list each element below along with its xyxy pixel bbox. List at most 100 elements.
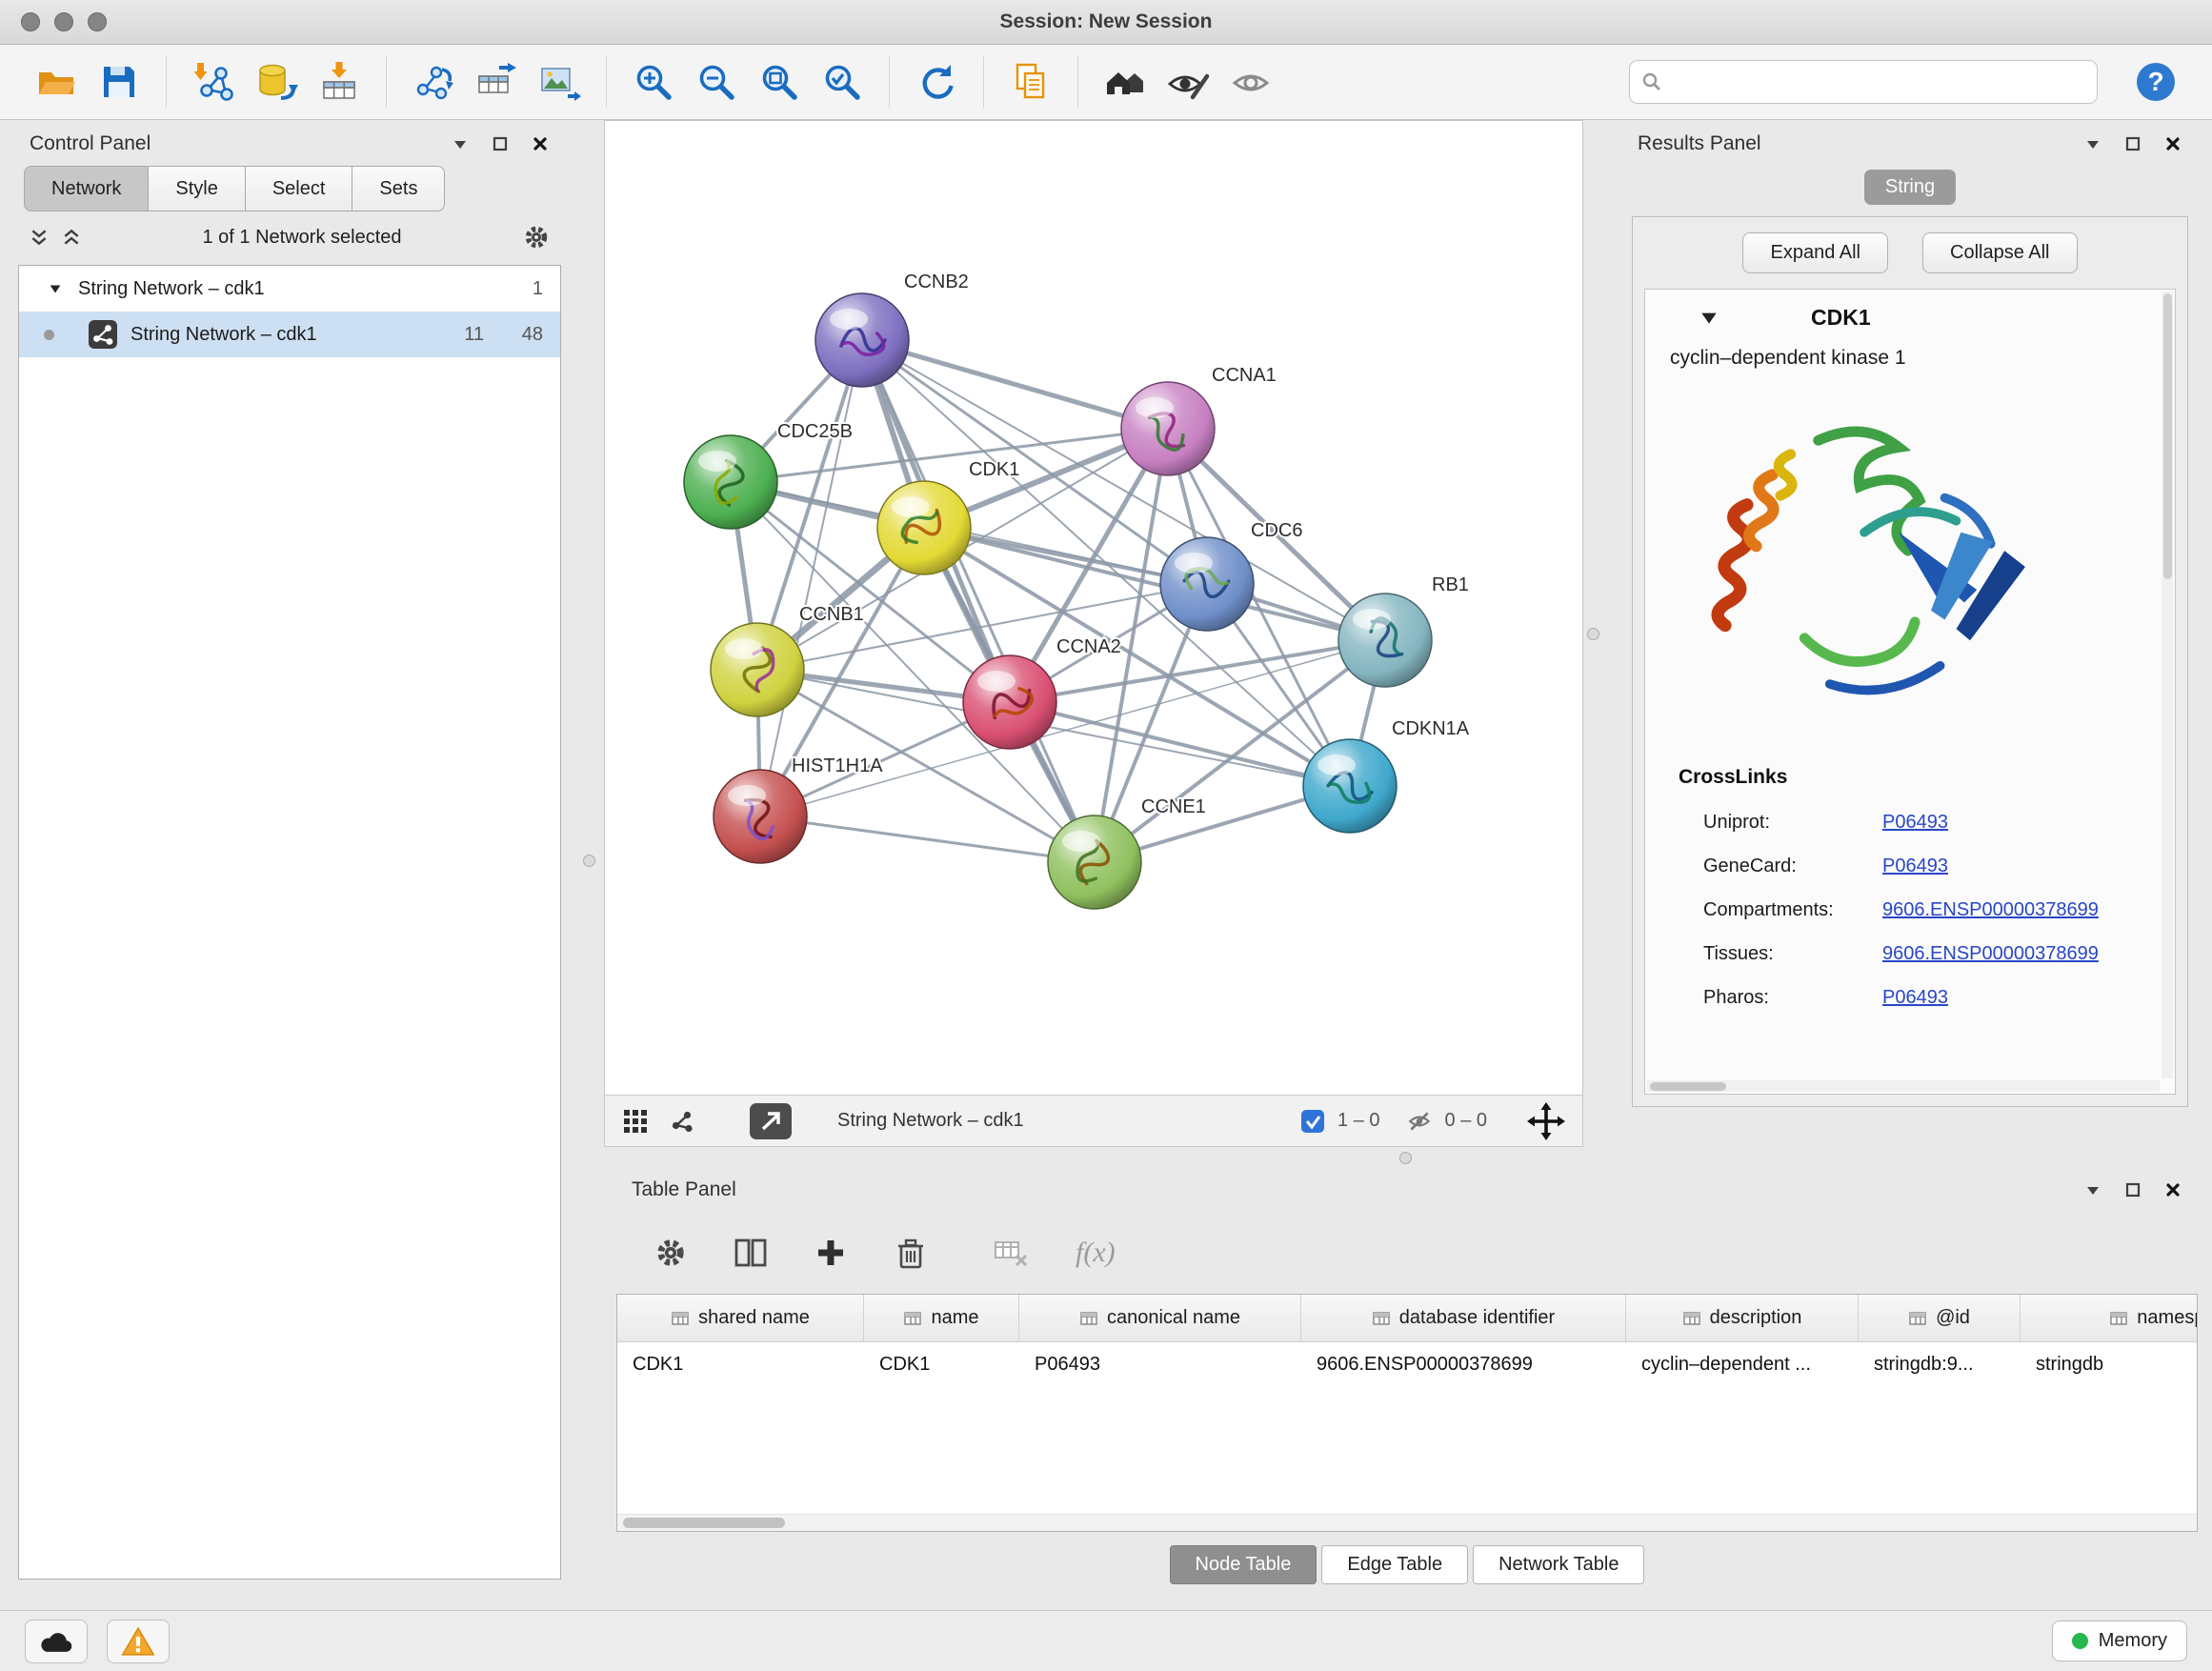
memory-button[interactable]: Memory: [2052, 1621, 2187, 1661]
splitter-grip-left[interactable]: [583, 855, 595, 867]
column-header-namespace[interactable]: namespace: [2021, 1295, 2198, 1341]
splitter-grip-bottom[interactable]: [1399, 1152, 1412, 1164]
expand-all-icon[interactable]: [62, 228, 81, 247]
cloud-status-button[interactable]: [25, 1620, 88, 1663]
function-builder-button[interactable]: f(x): [1076, 1237, 1116, 1269]
network-collection-row[interactable]: String Network – cdk1 1: [19, 266, 560, 312]
open-session-button[interactable]: [29, 51, 84, 112]
tab-network-table[interactable]: Network Table: [1473, 1545, 1644, 1584]
column-header-database-identifier[interactable]: database identifier: [1301, 1295, 1626, 1341]
toggle-graphics-details-button[interactable]: [1160, 51, 1216, 112]
show-graphics-button[interactable]: [1223, 51, 1278, 112]
add-column-plus-icon[interactable]: [814, 1237, 847, 1269]
close-panel-icon[interactable]: [2163, 1180, 2182, 1199]
crosslink-link[interactable]: P06493: [1882, 987, 1948, 1009]
tab-select[interactable]: Select: [245, 166, 352, 211]
show-columns-icon[interactable]: [733, 1235, 769, 1271]
expand-all-button[interactable]: Expand All: [1742, 232, 1888, 273]
tab-edge-table[interactable]: Edge Table: [1321, 1545, 1468, 1584]
export-network-button[interactable]: [406, 51, 461, 112]
export-image-button[interactable]: [532, 51, 587, 112]
network-node-HIST1H1A[interactable]: [714, 770, 807, 863]
crosslink-link[interactable]: 9606.ENSP00000378699: [1882, 943, 2099, 965]
crosslinks-title: CrossLinks: [1679, 766, 2175, 789]
network-node-CDC6[interactable]: [1160, 537, 1254, 631]
network-row-selected[interactable]: String Network – cdk1 11 48: [19, 312, 560, 357]
zoom-selected-button[interactable]: [814, 51, 870, 112]
network-node-CCNB1[interactable]: [711, 623, 804, 716]
column-header-id[interactable]: @id: [1859, 1295, 2021, 1341]
network-node-CCNA2[interactable]: [963, 655, 1056, 749]
network-node-CDC25B[interactable]: [684, 435, 777, 529]
crosslink-label: Uniprot:: [1703, 812, 1882, 834]
crosslink-link[interactable]: P06493: [1882, 856, 1948, 877]
tab-sets[interactable]: Sets: [352, 166, 445, 211]
close-window-button[interactable]: [21, 12, 40, 31]
refresh-view-button[interactable]: [909, 51, 964, 112]
hidden-eye-slash-icon[interactable]: [1407, 1109, 1432, 1134]
float-panel-icon[interactable]: [491, 134, 510, 153]
tab-network[interactable]: Network: [24, 166, 148, 211]
open-in-new-window-button[interactable]: [750, 1103, 792, 1139]
delete-table-icon[interactable]: [992, 1235, 1030, 1271]
results-horizontal-scrollbar[interactable]: [1647, 1080, 2160, 1092]
copy-document-button[interactable]: [1003, 51, 1058, 112]
results-tab-string[interactable]: String: [1864, 170, 1956, 205]
panel-menu-icon[interactable]: [2083, 1180, 2102, 1199]
column-header-shared-name[interactable]: shared name: [617, 1295, 864, 1341]
close-panel-icon[interactable]: [2163, 134, 2182, 153]
collapse-all-icon[interactable]: [30, 228, 49, 247]
import-table-button[interactable]: [312, 51, 367, 112]
network-node-CCNB2[interactable]: [815, 293, 909, 387]
panel-menu-icon[interactable]: [451, 134, 470, 153]
network-node-CCNA1[interactable]: [1121, 382, 1215, 475]
network-node-CCNE1[interactable]: [1048, 815, 1141, 909]
section-collapse-triangle-icon[interactable]: [1699, 307, 1719, 328]
float-panel-icon[interactable]: [2123, 134, 2142, 153]
table-row[interactable]: CDK1 CDK1 P06493 9606.ENSP00000378699 cy…: [617, 1342, 2198, 1386]
disclosure-triangle-icon[interactable]: [48, 281, 63, 296]
search-input[interactable]: [1671, 71, 2085, 93]
network-node-RB1[interactable]: [1338, 594, 1432, 687]
splitter-grip-right[interactable]: [1587, 628, 1599, 640]
tab-node-table[interactable]: Node Table: [1170, 1545, 1317, 1584]
export-table-button[interactable]: [469, 51, 524, 112]
delete-column-trash-icon[interactable]: [893, 1235, 929, 1271]
tab-style[interactable]: Style: [148, 166, 244, 211]
panel-menu-icon[interactable]: [2083, 134, 2102, 153]
table-horizontal-scrollbar[interactable]: [617, 1514, 2197, 1531]
fit-selected-crosshair-icon[interactable]: [1527, 1102, 1565, 1140]
import-network-button[interactable]: [186, 51, 241, 112]
warnings-button[interactable]: [107, 1620, 170, 1663]
birds-eye-view-icon[interactable]: [622, 1108, 649, 1135]
selected-checkbox-icon[interactable]: [1301, 1110, 1324, 1133]
zoom-fit-button[interactable]: [752, 51, 807, 112]
network-share-icon[interactable]: [668, 1107, 696, 1136]
network-canvas-svg[interactable]: CCNB2CCNA1CDC25BCDK1CDC6RB1CCNB1CCNA2CDK…: [605, 121, 1582, 1095]
network-node-CDK1[interactable]: [877, 481, 971, 574]
float-panel-icon[interactable]: [2123, 1180, 2142, 1199]
zoom-out-button[interactable]: [689, 51, 744, 112]
toolbar-separator: [889, 56, 890, 108]
import-network-from-database-button[interactable]: [249, 51, 304, 112]
home-button[interactable]: [1097, 51, 1153, 112]
results-vertical-scrollbar[interactable]: [2162, 292, 2173, 1078]
minimize-window-button[interactable]: [54, 12, 73, 31]
zoom-window-button[interactable]: [88, 12, 107, 31]
close-panel-icon[interactable]: [531, 134, 550, 153]
scrollbar-thumb[interactable]: [623, 1518, 785, 1528]
collapse-all-button[interactable]: Collapse All: [1922, 232, 2078, 273]
table-settings-gear-icon[interactable]: [654, 1237, 687, 1269]
column-header-name[interactable]: name: [864, 1295, 1019, 1341]
crosslink-link[interactable]: P06493: [1882, 812, 1948, 834]
save-session-button[interactable]: [91, 51, 147, 112]
network-node-CDKN1A[interactable]: [1303, 739, 1397, 833]
column-header-description[interactable]: description: [1626, 1295, 1859, 1341]
gear-icon[interactable]: [523, 224, 550, 251]
node-details-section: CDK1 cyclin–dependent kinase 1: [1644, 289, 2176, 1095]
column-header-canonical-name[interactable]: canonical name: [1019, 1295, 1301, 1341]
crosslink-link[interactable]: 9606.ENSP00000378699: [1882, 899, 2099, 921]
network-canvas[interactable]: CCNB2CCNA1CDC25BCDK1CDC6RB1CCNB1CCNA2CDK…: [605, 121, 1582, 1095]
help-button[interactable]: ?: [2128, 51, 2183, 112]
zoom-in-button[interactable]: [626, 51, 681, 112]
